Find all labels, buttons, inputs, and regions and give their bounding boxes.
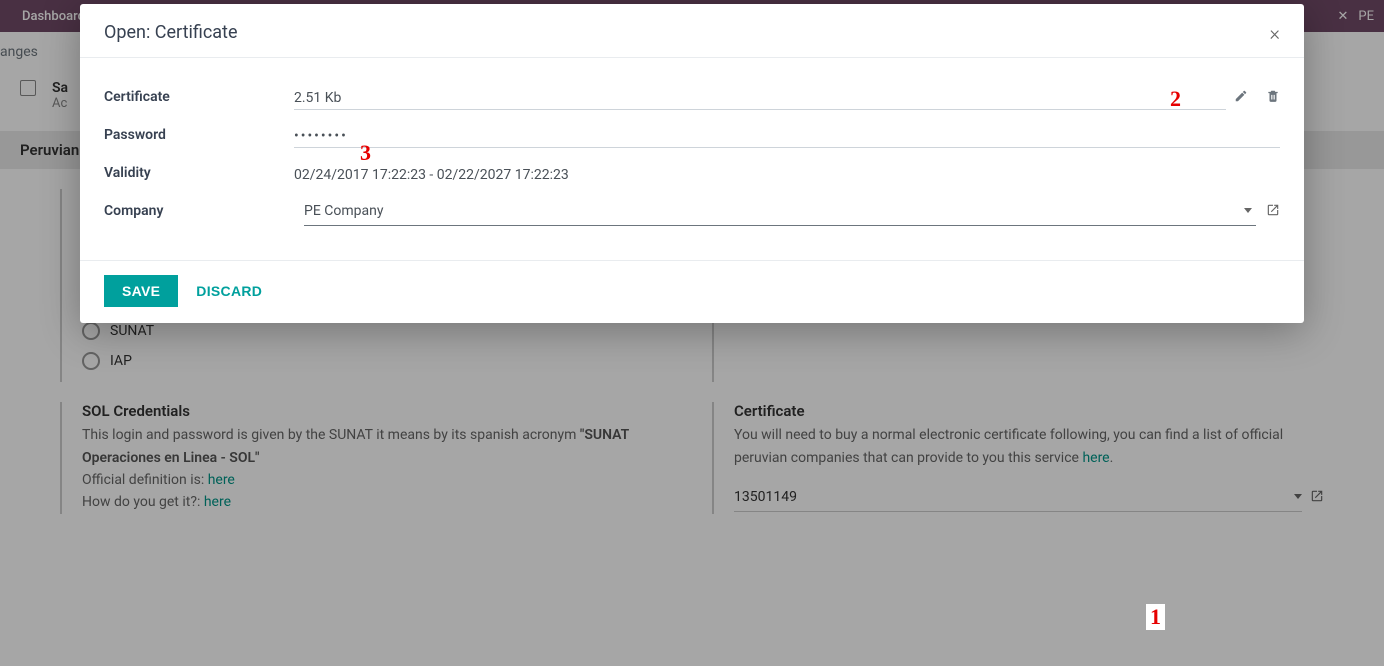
discard-button[interactable]: DISCARD bbox=[196, 283, 262, 299]
certificate-label: Certificate bbox=[104, 89, 294, 105]
chevron-down-icon bbox=[1244, 208, 1252, 213]
annotation-2: 2 bbox=[1170, 86, 1181, 112]
external-link-icon[interactable] bbox=[1266, 202, 1280, 221]
validity-label: Validity bbox=[104, 165, 294, 181]
validity-value: 02/24/2017 17:22:23 - 02/22/2027 17:22:2… bbox=[294, 161, 1280, 186]
password-field[interactable]: •••••••• bbox=[294, 122, 1280, 148]
pencil-icon[interactable] bbox=[1234, 88, 1248, 107]
modal-close-button[interactable]: × bbox=[1270, 23, 1280, 43]
annotation-1: 1 bbox=[1146, 604, 1165, 630]
certificate-modal: Open: Certificate × Certificate 2.51 Kb … bbox=[80, 4, 1304, 323]
save-button[interactable]: SAVE bbox=[104, 275, 178, 307]
annotation-3: 3 bbox=[360, 140, 371, 166]
modal-title: Open: Certificate bbox=[104, 22, 238, 43]
company-label: Company bbox=[104, 203, 294, 219]
company-select[interactable]: PE Company bbox=[304, 197, 1256, 226]
certificate-field[interactable]: 2.51 Kb bbox=[294, 84, 1226, 110]
trash-icon[interactable] bbox=[1266, 88, 1280, 107]
password-label: Password bbox=[104, 127, 294, 143]
